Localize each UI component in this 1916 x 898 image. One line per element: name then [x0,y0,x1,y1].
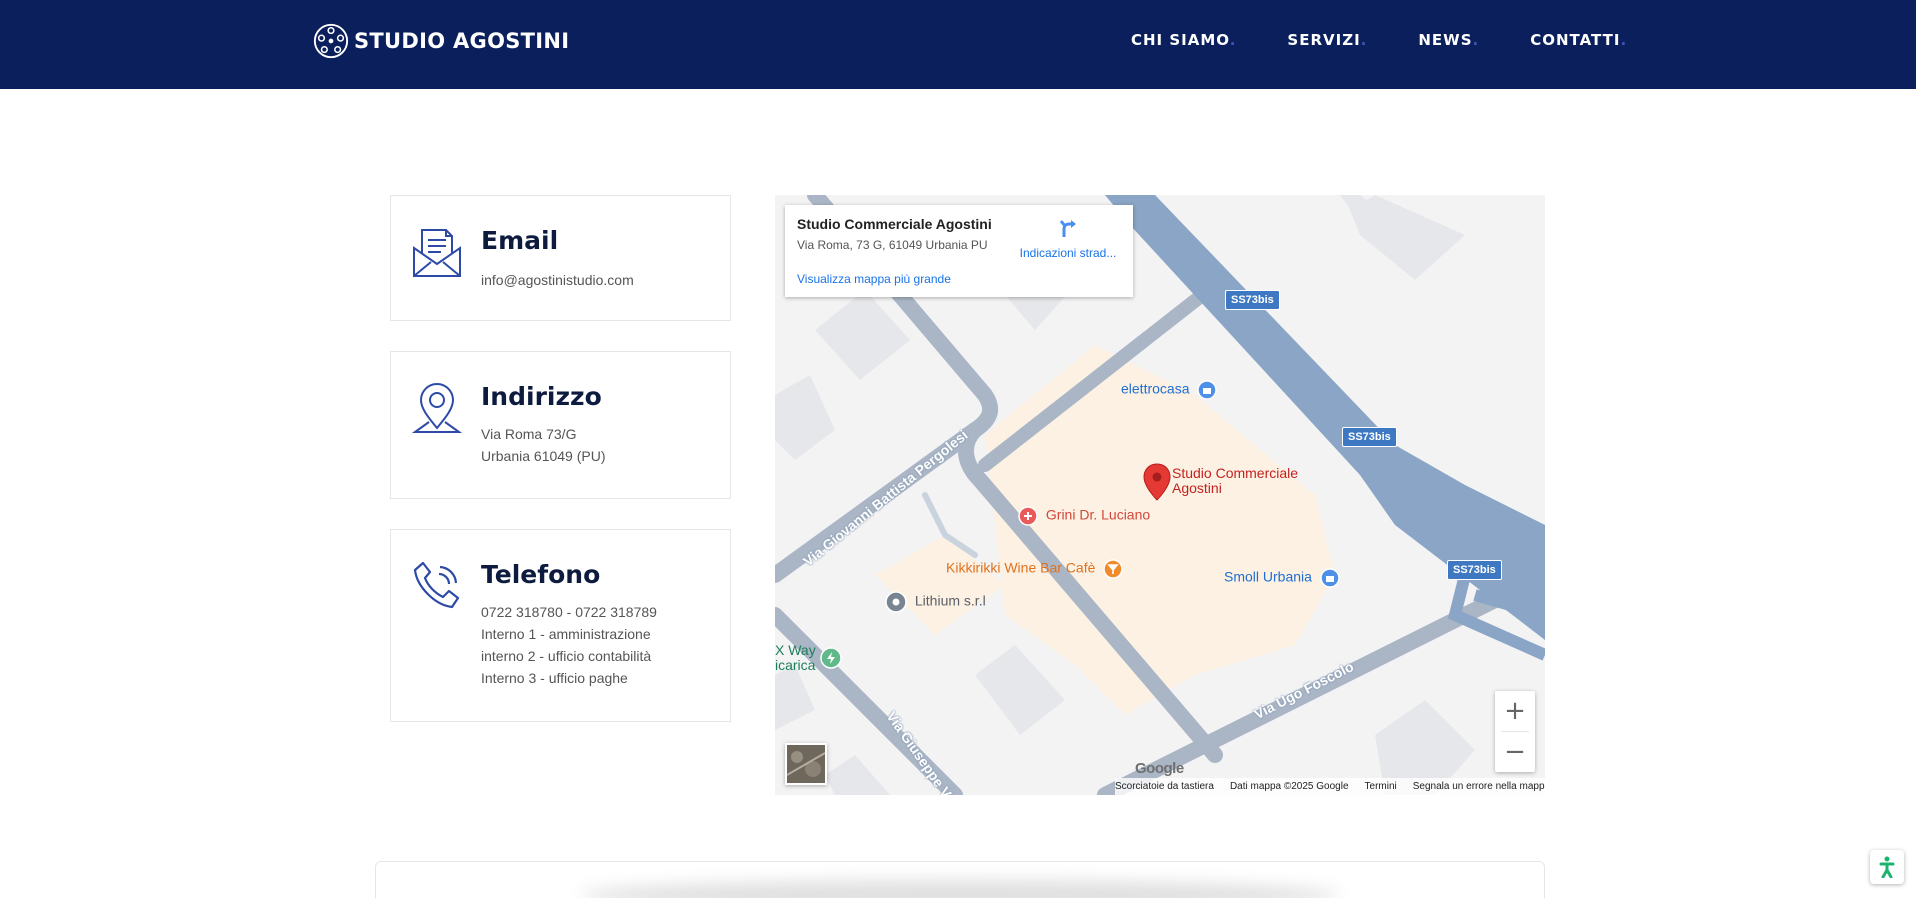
address-line: Urbania 61049 (PU) [481,448,606,464]
report-error-link[interactable]: Segnala un errore nella mappa [1413,781,1545,792]
main-navigation: CHI SIAMO. SERVIZI. NEWS. CONTATTI. [1131,31,1678,49]
keyboard-shortcuts-link[interactable]: Scorciatoie da tastiera [1115,781,1214,792]
poi-xway-line: X Way [775,642,816,658]
nav-news[interactable]: NEWS. [1418,31,1479,49]
accessibility-icon [1879,856,1895,878]
email-card: Email info@agostinistudio.com [390,195,731,321]
google-map[interactable]: Via Giovanni Battista Pergolesi Via Ugo … [775,195,1545,795]
poi-lithium[interactable]: Lithium s.r.l [885,591,986,613]
google-logo: Google [1135,760,1184,777]
road-shield: SS73bis [1225,290,1280,310]
phone-icon [413,561,460,609]
zoom-in-button[interactable]: + [1495,691,1535,731]
marker-label-line: Studio Commerciale [1172,465,1299,481]
satellite-layer-toggle[interactable] [785,743,827,785]
nav-servizi[interactable]: SERVIZI. [1287,31,1367,49]
address-line: Via Roma 73/G [481,426,577,442]
terms-link[interactable]: Termini [1365,781,1397,792]
satellite-thumbnail-icon [786,745,826,783]
marker-label-line: Agostini [1172,480,1222,496]
shopping-bag-icon [1197,380,1218,400]
marker-label[interactable]: Studio Commerciale Agostini [1172,466,1298,496]
place-pin-icon [885,591,907,613]
cocktail-icon [1103,559,1124,579]
zoom-out-button[interactable]: − [1495,732,1535,772]
email-address[interactable]: info@agostinistudio.com [481,269,634,291]
poi-xway[interactable]: X Way icarica [775,643,816,673]
poi-grini[interactable]: Grini Dr. Luciano [1018,506,1150,526]
road-shield: SS73bis [1342,427,1397,447]
phone-extension: interno 2 - ufficio contabilità [481,648,652,664]
envelope-icon [413,229,461,277]
info-place-address: Via Roma, 73 G, 61049 Urbania PU [797,238,988,252]
directions-label: Indicazioni strad... [1019,246,1117,260]
map-data-credit: Dati mappa ©2025 Google [1229,781,1349,792]
map-pin-icon [411,383,463,433]
network-circle-logo-icon [313,23,349,59]
map-attribution: Scorciatoie da tastiera Dati mappa ©2025… [1115,778,1545,795]
poi-kikkirikki[interactable]: Kikkirikki Wine Bar Cafè [946,559,1124,579]
address-lines: Via Roma 73/G Urbania 61049 (PU) [481,423,606,467]
phone-lines: 0722 318780 - 0722 318789 Interno 1 - am… [481,601,657,689]
poi-elettrocasa[interactable]: elettrocasa [1121,380,1218,400]
zoom-controls: + − [1495,691,1535,772]
map-info-box: Studio Commerciale Agostini Via Roma, 73… [785,205,1133,297]
brand-name: STUDIO AGOSTINI [354,29,570,53]
directions-button[interactable]: Indicazioni strad... [1013,217,1123,260]
accessibility-button[interactable] [1870,850,1904,884]
nav-chi-siamo[interactable]: CHI SIAMO. [1131,31,1236,49]
nav-contatti[interactable]: CONTATTI. [1530,31,1627,49]
phone-title: Telefono [481,560,601,589]
info-place-title: Studio Commerciale Agostini [797,216,992,232]
ev-charging-icon [820,647,842,669]
address-title: Indirizzo [481,382,602,411]
email-lines: info@agostinistudio.com [481,269,634,291]
road-shield: SS73bis [1447,560,1502,580]
location-marker-icon[interactable] [1143,463,1171,501]
medical-icon [1018,506,1038,526]
poi-smoll[interactable]: Smoll Urbania [1224,568,1340,588]
phone-card: Telefono 0722 318780 - 0722 318789 Inter… [390,529,731,722]
view-larger-map-link[interactable]: Visualizza mappa più grande [797,272,951,286]
brand-logo[interactable]: STUDIO AGOSTINI [312,21,569,61]
phone-numbers[interactable]: 0722 318780 - 0722 318789 [481,601,657,623]
phone-extension: Interno 3 - ufficio paghe [481,670,628,686]
phone-extension: Interno 1 - amministrazione [481,626,651,642]
email-title: Email [481,226,559,255]
shopping-bag-icon [1320,568,1340,588]
address-card: Indirizzo Via Roma 73/G Urbania 61049 (P… [390,351,731,499]
directions-icon [1059,220,1076,237]
poi-xway-line: icarica [775,657,816,673]
site-header: STUDIO AGOSTINI CHI SIAMO. SERVIZI. NEWS… [0,0,1916,89]
